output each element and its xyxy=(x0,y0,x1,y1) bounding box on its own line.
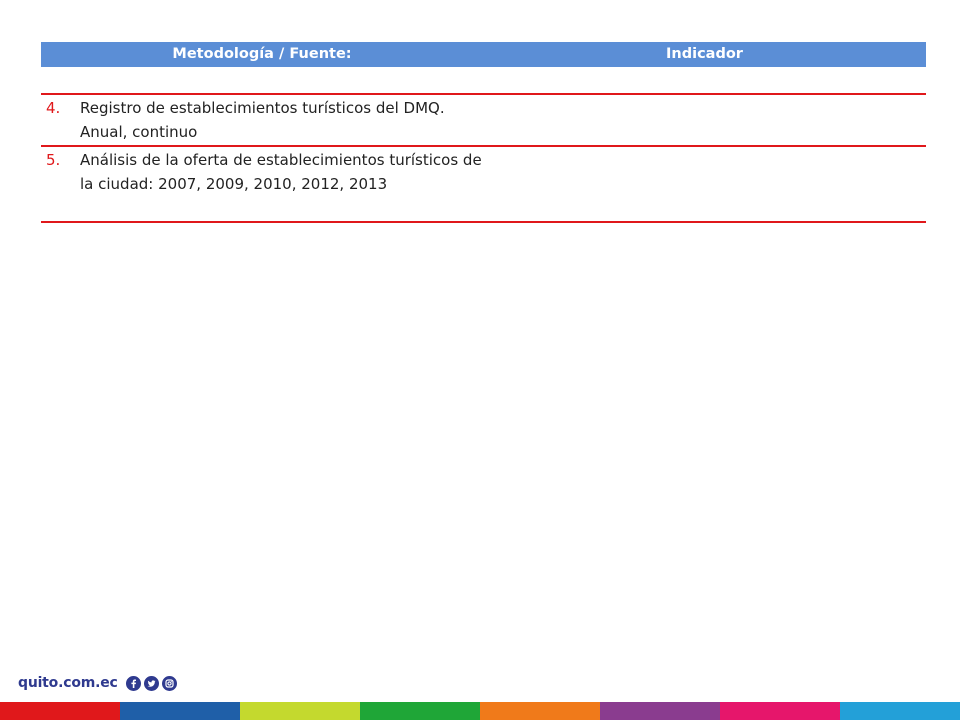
table-header: Metodología / Fuente: Indicador xyxy=(41,42,926,67)
social-icons xyxy=(125,675,177,691)
facebook-icon[interactable] xyxy=(125,675,141,691)
row-text: Registro de establecimientos turísticos … xyxy=(80,96,540,144)
row-text: Análisis de la oferta de establecimiento… xyxy=(80,148,540,196)
brand-color-stripe xyxy=(0,702,960,720)
stripe-segment xyxy=(0,702,120,720)
instagram-icon[interactable] xyxy=(161,675,177,691)
row-divider xyxy=(41,145,926,147)
row-text-line: Anual, continuo xyxy=(80,123,198,141)
row-text-line: Análisis de la oferta de establecimiento… xyxy=(80,151,482,169)
stripe-segment xyxy=(240,702,360,720)
row-number: 5. xyxy=(46,151,61,169)
row-divider xyxy=(41,93,926,95)
site-link[interactable]: quito.com.ec xyxy=(18,675,118,691)
row-number: 4. xyxy=(46,99,61,117)
indicator-column-header: Indicador xyxy=(666,46,743,62)
stripe-segment xyxy=(480,702,600,720)
table-row: 4. Registro de establecimientos turístic… xyxy=(41,96,926,144)
footer-brand: quito.com.ec xyxy=(18,673,177,693)
row-text-line: la ciudad: 2007, 2009, 2010, 2012, 2013 xyxy=(80,175,388,193)
stripe-segment xyxy=(840,702,960,720)
stripe-segment xyxy=(360,702,480,720)
stripe-segment xyxy=(120,702,240,720)
slide: Metodología / Fuente: Indicador 4. Regis… xyxy=(0,0,960,720)
methodology-column-header: Metodología / Fuente: xyxy=(172,46,352,62)
stripe-segment xyxy=(600,702,720,720)
table-row: 5. Análisis de la oferta de establecimie… xyxy=(41,148,926,220)
stripe-segment xyxy=(720,702,840,720)
row-text-line: Registro de establecimientos turísticos … xyxy=(80,99,445,117)
twitter-icon[interactable] xyxy=(143,675,159,691)
row-divider xyxy=(41,221,926,223)
